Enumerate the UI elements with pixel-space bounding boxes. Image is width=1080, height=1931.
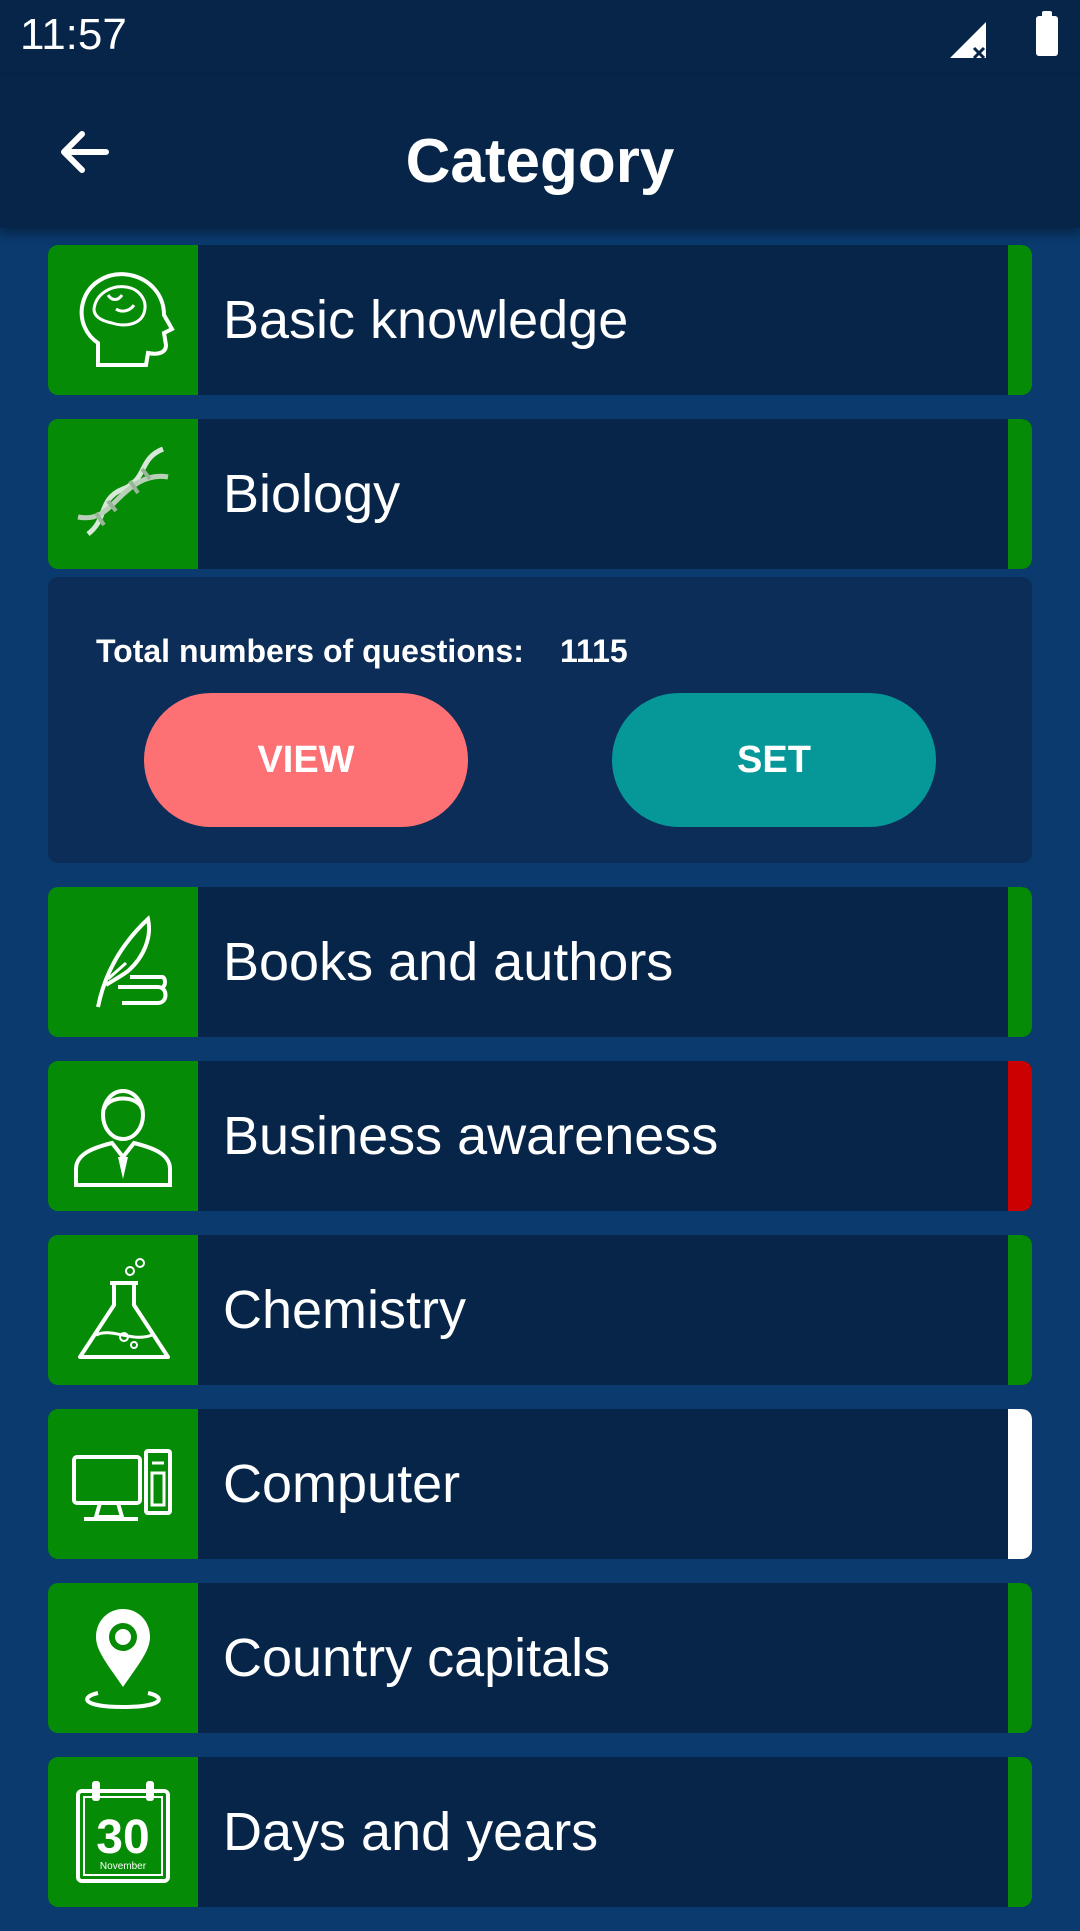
businessman-icon — [74, 1089, 172, 1187]
category-icon-box — [48, 1235, 198, 1385]
category-label: Days and years — [223, 1802, 599, 1862]
set-button[interactable]: SET — [612, 693, 936, 827]
category-basic-knowledge[interactable]: Basic knowledge — [48, 245, 1032, 395]
status-icons — [948, 11, 1058, 60]
signal-icon — [950, 22, 986, 60]
category-country-capitals[interactable]: Country capitals — [48, 1583, 1032, 1733]
calendar-month-text: November — [100, 1861, 147, 1872]
category-icon-box — [48, 419, 198, 569]
category-status-bar — [1008, 1409, 1032, 1559]
questions-label: Total numbers of questions: — [96, 633, 524, 669]
category-days-and-years[interactable]: 30 November Days and years — [48, 1757, 1032, 1907]
category-label: Basic knowledge — [223, 290, 629, 350]
category-status-bar — [1008, 1061, 1032, 1211]
category-computer[interactable]: Computer — [48, 1409, 1032, 1559]
category-icon-box — [48, 245, 198, 395]
computer-icon — [72, 1449, 172, 1521]
category-label: Computer — [223, 1454, 461, 1514]
head-icon — [79, 272, 175, 367]
app-bar: Category — [0, 76, 1080, 228]
questions-count: 1115 — [560, 633, 628, 669]
calendar-icon: 30 November — [76, 1781, 170, 1883]
category-label: Business awareness — [223, 1106, 719, 1166]
location-pin-icon — [85, 1609, 161, 1710]
category-label: Biology — [223, 464, 401, 524]
category-label: Country capitals — [223, 1628, 611, 1688]
category-status-bar — [1008, 887, 1032, 1037]
category-icon-box: 30 November — [48, 1757, 198, 1907]
category-status-bar — [1008, 245, 1032, 395]
status-time: 11:57 — [20, 10, 127, 59]
category-details-panel: Total numbers of questions: 1115 VIEW SE… — [48, 577, 1032, 863]
category-icon-box — [48, 1583, 198, 1733]
status-bar: 11:57 — [0, 0, 1080, 76]
category-status-bar — [1008, 1757, 1032, 1907]
flask-icon — [78, 1258, 170, 1359]
category-biology[interactable]: Biology — [48, 419, 1032, 569]
category-icon-box — [48, 1061, 198, 1211]
category-books-and-authors[interactable]: Books and authors — [48, 887, 1032, 1037]
category-list: Basic knowledge Biology Total numbers of… — [48, 245, 1032, 1931]
view-button[interactable]: VIEW — [144, 693, 468, 827]
category-status-bar — [1008, 1583, 1032, 1733]
quill-book-icon — [96, 915, 168, 1008]
battery-icon — [1036, 11, 1058, 56]
category-business-awareness[interactable]: Business awareness — [48, 1061, 1032, 1211]
category-label: Books and authors — [223, 932, 674, 992]
category-icon-box — [48, 887, 198, 1037]
page-title: Category — [405, 127, 675, 196]
dna-icon — [77, 446, 169, 536]
category-icon-box — [48, 1409, 198, 1559]
category-status-bar — [1008, 1235, 1032, 1385]
category-status-bar — [1008, 419, 1032, 569]
category-label: Chemistry — [223, 1280, 467, 1340]
category-chemistry[interactable]: Chemistry — [48, 1235, 1032, 1385]
calendar-day-text: 30 — [96, 1811, 149, 1864]
